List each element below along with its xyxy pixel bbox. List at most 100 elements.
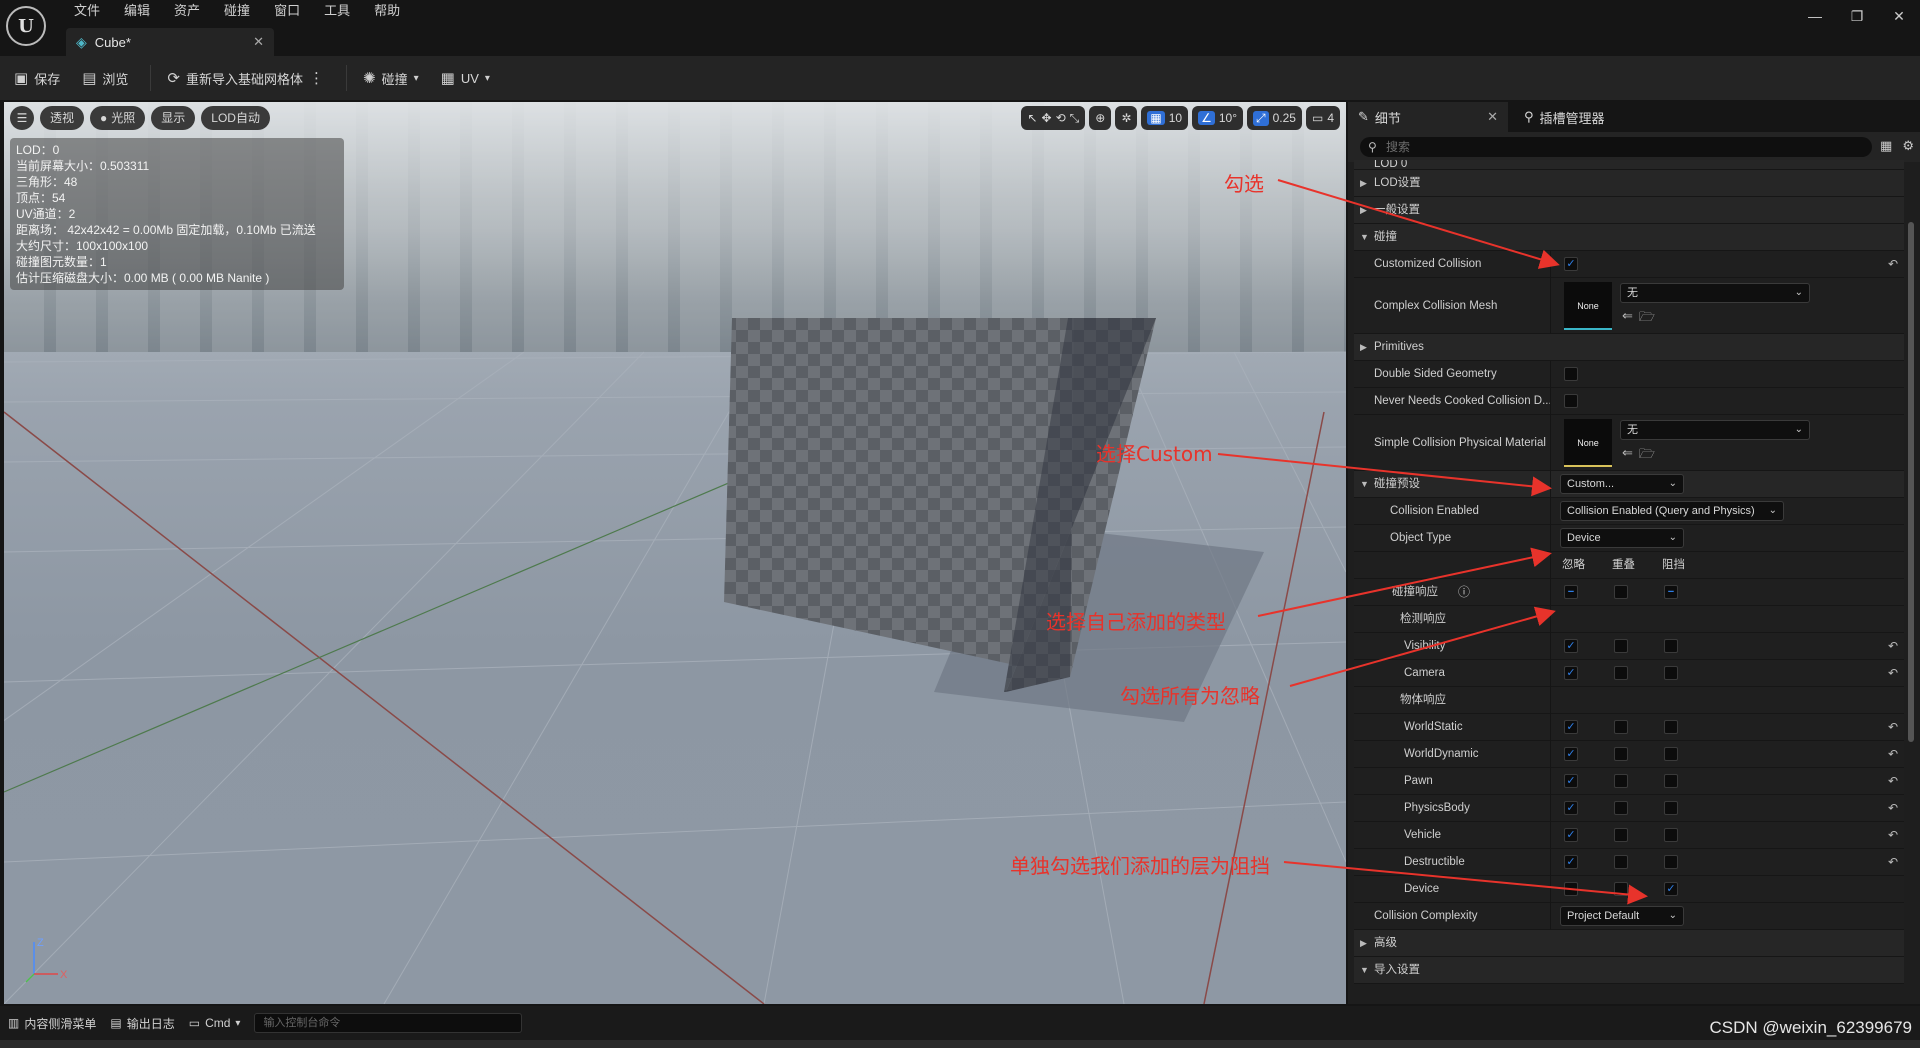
overlap-checkbox[interactable] (1614, 882, 1628, 896)
ignore-checkbox[interactable]: ✓ (1564, 774, 1578, 788)
grid-snap-control[interactable]: ▦ 10 (1141, 106, 1189, 130)
category-collision-presets[interactable]: ▼ 碰撞预设 Custom... ⌄ (1354, 471, 1904, 498)
lod-auto-button[interactable]: LOD自动 (201, 106, 270, 130)
overlap-checkbox[interactable] (1614, 855, 1628, 869)
menu-edit[interactable]: 编辑 (112, 3, 162, 19)
search-input[interactable]: ⚲ 搜索 (1360, 137, 1872, 157)
reset-icon[interactable]: ↶ (1888, 822, 1898, 849)
output-log-button[interactable]: ▤ 输出日志 (110, 1015, 174, 1032)
block-checkbox[interactable] (1664, 666, 1678, 680)
category-advanced[interactable]: ▶ 高级 (1354, 930, 1904, 957)
menu-window[interactable]: 窗口 (262, 3, 312, 19)
tab-socket-manager[interactable]: ⚲ 插槽管理器 (1514, 102, 1694, 132)
menu-help[interactable]: 帮助 (362, 3, 412, 19)
category-collision[interactable]: ▼ 碰撞 (1354, 224, 1904, 251)
close-window-button[interactable]: ✕ (1878, 0, 1920, 32)
close-tab-icon[interactable]: ✕ (253, 34, 264, 50)
overlap-checkbox[interactable] (1614, 828, 1628, 842)
browse-button[interactable]: ▤ 浏览 (82, 69, 128, 88)
more-options-icon[interactable]: ⋮ (309, 69, 324, 87)
complex-mesh-thumbnail[interactable]: None (1564, 282, 1612, 330)
block-checkbox[interactable] (1664, 801, 1678, 815)
collision-presets-select[interactable]: Custom... ⌄ (1560, 474, 1684, 494)
phys-material-select[interactable]: 无 ⌄ (1620, 420, 1810, 440)
reset-icon[interactable]: ↶ (1888, 633, 1898, 660)
overlap-checkbox[interactable] (1614, 774, 1628, 788)
reset-icon[interactable]: ↶ (1888, 768, 1898, 795)
table-view-icon[interactable]: ▦ (1880, 138, 1892, 154)
block-checkbox[interactable] (1664, 774, 1678, 788)
browse-folder-icon[interactable]: 🗁 (1639, 308, 1655, 330)
move-icon[interactable]: ✥ (1042, 111, 1052, 125)
ignore-checkbox[interactable]: ✓ (1564, 828, 1578, 842)
double-sided-checkbox[interactable] (1564, 367, 1578, 381)
help-icon[interactable]: ⓘ (1458, 579, 1470, 606)
category-primitives[interactable]: ▶ Primitives (1354, 334, 1904, 361)
world-local-toggle[interactable]: ⊕ (1089, 106, 1112, 130)
block-checkbox[interactable] (1664, 720, 1678, 734)
cmd-selector[interactable]: ▭ Cmd ▾ (189, 1016, 241, 1030)
collision-complexity-select[interactable]: Project Default ⌄ (1560, 906, 1684, 926)
menu-collision[interactable]: 碰撞 (212, 3, 262, 19)
phys-material-thumbnail[interactable]: None (1564, 419, 1612, 467)
minimize-button[interactable]: — (1794, 0, 1836, 32)
menu-asset[interactable]: 资产 (162, 3, 212, 19)
details-scrollbar[interactable] (1908, 222, 1914, 742)
category-general-settings[interactable]: ▶ 一般设置 (1354, 197, 1904, 224)
rotation-snap-control[interactable]: ∠ 10° (1192, 106, 1243, 130)
restore-button[interactable]: ❐ (1836, 0, 1878, 32)
reset-icon[interactable]: ↶ (1888, 849, 1898, 876)
overlap-checkbox[interactable] (1614, 666, 1628, 680)
block-checkbox[interactable] (1664, 855, 1678, 869)
close-icon[interactable]: ✕ (1487, 109, 1498, 125)
surface-snap-toggle[interactable]: ✲ (1115, 106, 1138, 130)
menu-tools[interactable]: 工具 (312, 3, 362, 19)
lit-button[interactable]: ● 光照 (90, 106, 146, 130)
menu-file[interactable]: 文件 (62, 3, 112, 19)
block-checkbox[interactable] (1664, 639, 1678, 653)
overlap-checkbox[interactable] (1614, 747, 1628, 761)
complex-mesh-select[interactable]: 无 ⌄ (1620, 283, 1810, 303)
settings-gear-icon[interactable]: ⚙ (1902, 138, 1914, 154)
responses-block-all-checkbox[interactable]: − (1664, 585, 1678, 599)
responses-overlap-all-checkbox[interactable] (1614, 585, 1628, 599)
ignore-checkbox[interactable]: ✓ (1564, 720, 1578, 734)
uv-menu-button[interactable]: ▦ UV ▾ (441, 69, 490, 87)
rotate-icon[interactable]: ⟲ (1056, 111, 1066, 125)
object-type-select[interactable]: Device ⌄ (1560, 528, 1684, 548)
use-selected-icon[interactable]: ⇐ (1622, 308, 1633, 330)
viewport-menu-button[interactable]: ☰ (10, 106, 34, 130)
reset-icon[interactable]: ↶ (1888, 251, 1898, 278)
tab-details[interactable]: ✎ 细节 ✕ (1348, 102, 1508, 132)
reset-icon[interactable]: ↶ (1888, 714, 1898, 741)
content-drawer-button[interactable]: ▥ 内容侧滑菜单 (8, 1015, 96, 1032)
ignore-checkbox[interactable]: ✓ (1564, 855, 1578, 869)
ignore-checkbox[interactable]: ✓ (1564, 801, 1578, 815)
ignore-checkbox[interactable]: ✓ (1564, 639, 1578, 653)
block-checkbox[interactable] (1664, 747, 1678, 761)
reset-icon[interactable]: ↶ (1888, 741, 1898, 768)
category-lod-settings[interactable]: ▶ LOD设置 (1354, 170, 1904, 197)
scale-snap-control[interactable]: ⤢ 0.25 (1247, 106, 1302, 130)
ignore-checkbox[interactable] (1564, 882, 1578, 896)
responses-ignore-all-checkbox[interactable]: − (1564, 585, 1578, 599)
reimport-base-mesh-button[interactable]: ⟳ 重新导入基础网格体 ⋮ (167, 69, 324, 88)
scale-icon[interactable]: ⤡ (1070, 111, 1080, 126)
ignore-checkbox[interactable]: ✓ (1564, 666, 1578, 680)
browse-folder-icon[interactable]: 🗁 (1639, 445, 1655, 467)
overlap-checkbox[interactable] (1614, 720, 1628, 734)
camera-speed-control[interactable]: ▭ 4 (1305, 106, 1340, 130)
block-checkbox[interactable] (1664, 828, 1678, 842)
collision-menu-button[interactable]: ✺ 碰撞 ▾ (363, 69, 419, 88)
reset-icon[interactable]: ↶ (1888, 795, 1898, 822)
console-command-input[interactable]: 输入控制台命令 (254, 1013, 523, 1033)
perspective-button[interactable]: 透视 (40, 106, 85, 130)
transform-mode-group[interactable]: ↖ ✥ ⟲ ⤡ (1021, 106, 1086, 130)
use-selected-icon[interactable]: ⇐ (1622, 445, 1633, 467)
overlap-checkbox[interactable] (1614, 801, 1628, 815)
block-checkbox[interactable]: ✓ (1664, 882, 1678, 896)
overlap-checkbox[interactable] (1614, 639, 1628, 653)
category-import-settings[interactable]: ▼ 导入设置 (1354, 957, 1904, 984)
customized-collision-checkbox[interactable]: ✓ (1564, 257, 1578, 271)
show-button[interactable]: 显示 (151, 106, 196, 130)
